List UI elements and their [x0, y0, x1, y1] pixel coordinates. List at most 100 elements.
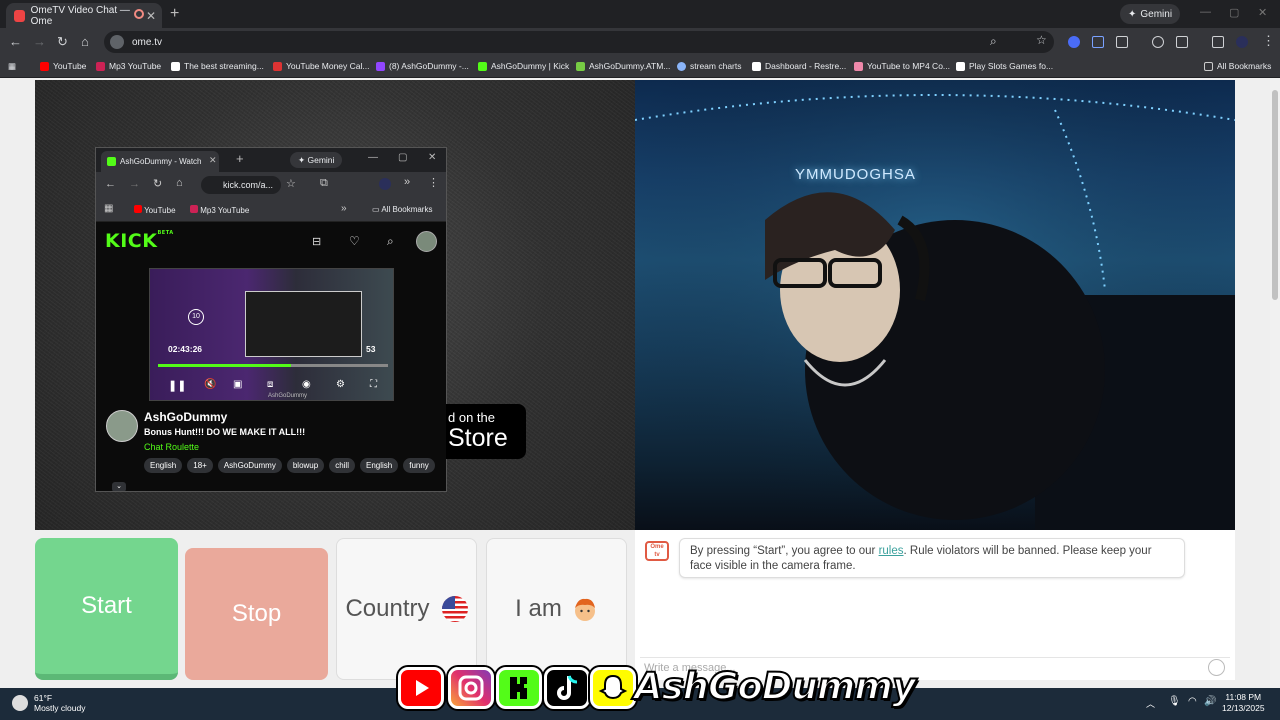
- stream-category[interactable]: Chat Roulette: [144, 442, 199, 452]
- kick-logo[interactable]: KICKBETA: [105, 230, 174, 252]
- extension-icon[interactable]: [1068, 36, 1080, 48]
- channel-name[interactable]: AshGoDummy: [144, 410, 227, 424]
- fullscreen-icon[interactable]: ⛶: [370, 379, 377, 390]
- seek-bar[interactable]: [158, 364, 388, 367]
- microphone-icon[interactable]: 🎙: [1168, 696, 1181, 707]
- home-button[interactable]: ⌂: [176, 177, 183, 189]
- tag[interactable]: English: [359, 458, 399, 473]
- bookmark-item[interactable]: The best streaming...: [171, 61, 264, 71]
- tag[interactable]: chill: [329, 458, 355, 473]
- profile-avatar-icon[interactable]: [1236, 36, 1248, 48]
- gemini-button[interactable]: ✦ Gemini: [290, 152, 343, 168]
- menu-kebab-icon[interactable]: ⋮: [428, 176, 439, 189]
- country-button[interactable]: Country: [336, 538, 477, 680]
- all-bookmarks-button[interactable]: All Bookmarks: [1204, 61, 1271, 71]
- bookmark-item[interactable]: Mp3 YouTube: [96, 61, 161, 71]
- bookmark-star-icon[interactable]: ☆: [286, 177, 296, 190]
- bookmark-item[interactable]: YouTube: [40, 61, 86, 71]
- back-button[interactable]: ←: [105, 178, 116, 190]
- zoom-icon[interactable]: ⌕: [990, 34, 997, 49]
- profile-avatar-icon[interactable]: [379, 178, 391, 190]
- history-icon[interactable]: [1152, 36, 1164, 48]
- user-avatar[interactable]: [416, 231, 437, 252]
- iam-button[interactable]: I am: [486, 538, 627, 680]
- new-tab-button[interactable]: +: [170, 5, 179, 23]
- embed-tab-bar: AshGoDummy - Watch ✕ + ✦ Gemini — ▢ ✕: [96, 148, 446, 172]
- extensions-puzzle-icon[interactable]: [1116, 36, 1128, 48]
- rules-link[interactable]: rules: [879, 545, 904, 557]
- tray-chevron-icon[interactable]: ︿: [1146, 697, 1155, 710]
- close-tab-icon[interactable]: ✕: [146, 9, 156, 23]
- new-tab-button[interactable]: +: [236, 151, 244, 166]
- bookmark-item[interactable]: YouTube to MP4 Co...: [854, 61, 950, 71]
- scrollbar-thumb[interactable]: [1272, 90, 1278, 300]
- close-window-button[interactable]: ✕: [1258, 6, 1267, 19]
- bookmark-star-icon[interactable]: ☆: [1036, 33, 1047, 47]
- channel-avatar[interactable]: [106, 410, 138, 442]
- emoji-smiley-icon[interactable]: [1208, 659, 1225, 676]
- reload-button[interactable]: ↻: [153, 177, 162, 190]
- collapse-chevron-icon[interactable]: ⌄: [112, 482, 126, 491]
- pause-icon[interactable]: ❚❚: [168, 379, 186, 392]
- tag[interactable]: English: [144, 458, 183, 473]
- forward-button[interactable]: →: [33, 34, 46, 49]
- reading-mode-icon[interactable]: [1176, 36, 1188, 48]
- reload-button[interactable]: ↻: [57, 34, 68, 50]
- volume-icon[interactable]: 🔊: [1204, 696, 1216, 707]
- media-controls-icon[interactable]: [1212, 36, 1224, 48]
- more-chevrons-icon[interactable]: »: [341, 203, 347, 214]
- embed-address-bar[interactable]: kick.com/a...: [201, 176, 281, 194]
- app-store-badge[interactable]: d on the Store: [446, 404, 526, 459]
- clip-icon[interactable]: ⧈: [267, 379, 273, 390]
- forward-button[interactable]: →: [129, 178, 140, 190]
- extensions-puzzle-icon[interactable]: ⧉: [320, 177, 328, 190]
- bookmark-item[interactable]: AshGoDummy.ATM...: [576, 61, 670, 71]
- kick-video-player[interactable]: 10 02:43:26 53 ❚❚ 🔇 ▣ ⧈ ◉ ⚙ ⛶ AshGoDummy: [149, 268, 394, 401]
- all-bookmarks-button[interactable]: ▭ All Bookmarks: [372, 205, 432, 214]
- menu-kebab-icon[interactable]: ⋮: [1262, 33, 1275, 49]
- bookmark-item[interactable]: stream charts: [677, 61, 742, 71]
- maximize-button[interactable]: ▢: [398, 152, 407, 163]
- site-info-icon[interactable]: [110, 35, 124, 49]
- bookmark-item[interactable]: (8) AshGoDummy -...: [376, 61, 469, 71]
- bookmark-item[interactable]: Play Slots Games fo...: [956, 61, 1053, 71]
- embed-tab-kick[interactable]: AshGoDummy - Watch ✕: [101, 151, 219, 172]
- more-chevrons-icon[interactable]: »: [404, 176, 410, 188]
- extension-icon[interactable]: [1092, 36, 1104, 48]
- rewind-10-icon[interactable]: 10: [188, 309, 204, 325]
- bookmark-item[interactable]: Dashboard - Restre...: [752, 61, 846, 71]
- address-bar[interactable]: ome.tv ⌕ ☆: [104, 31, 1054, 53]
- bookmark-item[interactable]: YouTube: [134, 205, 176, 215]
- settings-gear-icon[interactable]: ⚙: [336, 379, 345, 390]
- page-scrollbar[interactable]: [1270, 78, 1280, 688]
- apps-grid-icon[interactable]: ▦: [8, 61, 16, 72]
- maximize-button[interactable]: ▢: [1229, 6, 1239, 19]
- start-button[interactable]: Start: [35, 538, 178, 680]
- search-icon[interactable]: ⌕: [387, 234, 394, 249]
- wifi-icon[interactable]: ◠: [1188, 696, 1197, 707]
- home-button[interactable]: ⌂: [81, 34, 89, 49]
- bookmark-item[interactable]: Mp3 YouTube: [190, 205, 249, 215]
- tag[interactable]: AshGoDummy: [217, 458, 282, 473]
- browser-tab-ometv[interactable]: OmeTV Video Chat — Ome ✕: [6, 3, 162, 28]
- apps-grid-icon[interactable]: ▦: [104, 203, 113, 214]
- tag[interactable]: blowup: [286, 458, 325, 473]
- stop-button[interactable]: Stop: [185, 548, 328, 680]
- following-heart-icon[interactable]: ♡: [349, 234, 360, 248]
- theater-mode-icon[interactable]: ▣: [233, 379, 242, 390]
- back-button[interactable]: ←: [9, 34, 22, 49]
- bookmark-item[interactable]: YouTube Money Cal...: [273, 61, 369, 71]
- minimize-button[interactable]: —: [1200, 6, 1211, 18]
- taskbar-clock[interactable]: 11:08 PM 12/13/2025: [1222, 692, 1265, 714]
- close-window-button[interactable]: ✕: [428, 152, 436, 163]
- tag[interactable]: funny: [403, 458, 435, 473]
- tag[interactable]: 18+: [187, 458, 213, 473]
- bookmark-item[interactable]: AshGoDummy | Kick: [478, 61, 569, 71]
- minimize-button[interactable]: —: [368, 152, 378, 163]
- browse-icon[interactable]: ⊟: [312, 235, 321, 248]
- close-tab-icon[interactable]: ✕: [209, 155, 217, 166]
- gemini-button[interactable]: ✦ Gemini: [1120, 4, 1181, 24]
- weather-widget[interactable]: 61°F Mostly cloudy: [12, 693, 86, 713]
- live-icon[interactable]: ◉: [302, 379, 311, 390]
- mute-icon[interactable]: 🔇: [204, 379, 216, 390]
